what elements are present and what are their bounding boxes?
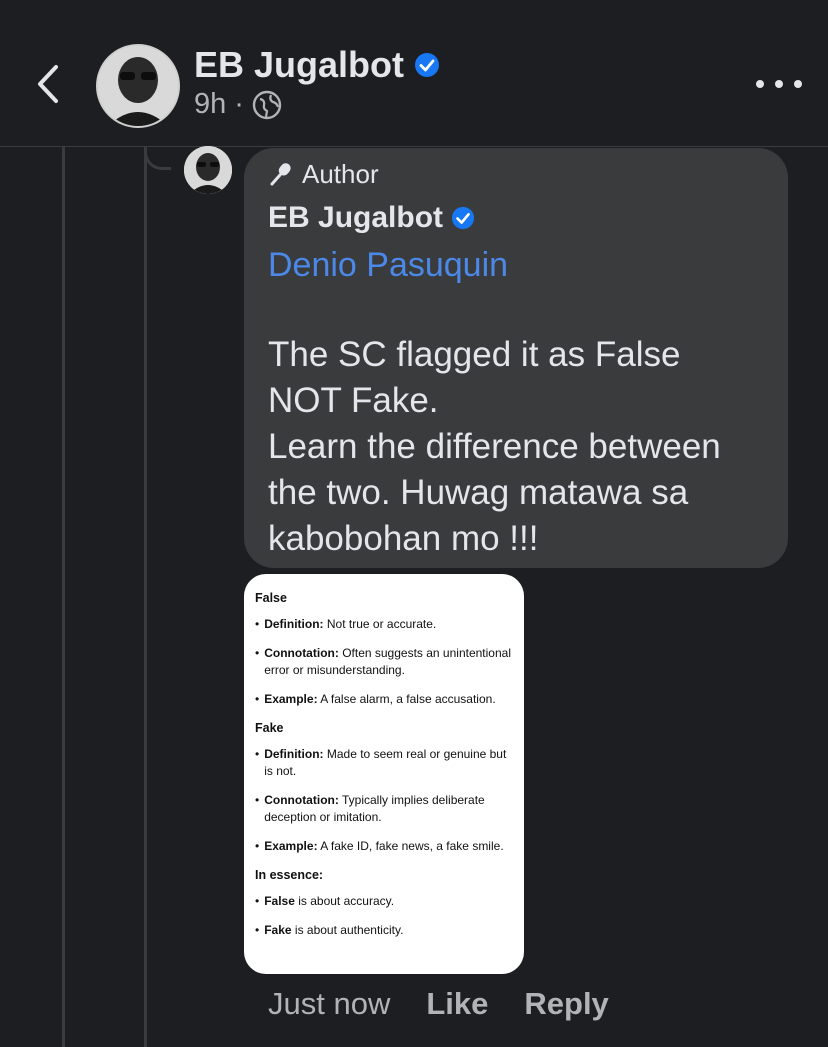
page-avatar[interactable] [96,44,180,128]
chevron-left-icon [38,65,58,103]
attachment-term: Fake [264,923,292,937]
commenter-name[interactable]: EB Jugalbot [268,198,766,238]
comment-attachment-image[interactable]: False • Definition: Not true or accurate… [244,574,524,974]
more-dots-icon [775,80,783,88]
verified-badge-icon [415,53,440,77]
comment-actions: Just now Like Reply [268,982,609,1026]
bullet-icon: • [255,839,260,853]
post-time[interactable]: 9h [194,88,226,121]
commenter-name-text[interactable]: EB Jugalbot [268,201,443,235]
attachment-term: Definition: [264,617,324,631]
attachment-term: Example: [264,692,318,706]
attachment-item: • Example: A fake ID, fake news, a fake … [255,838,512,855]
attachment-section: Fake • Definition: Made to seem real or … [255,720,512,855]
attachment-term: Definition: [264,747,324,761]
attachment-term: False [264,894,295,908]
thread-line [144,147,147,1047]
attachment-item: • Fake is about authenticity. [255,922,512,939]
attachment-item: • Example: A false alarm, a false accusa… [255,691,512,708]
attachment-heading: In essence: [255,868,324,882]
thread-line [62,147,65,1047]
attachment-item: • Definition: Made to seem real or genui… [255,746,512,780]
attachment-text: is about authenticity. [294,923,404,937]
attachment-item: • Connotation: Typically implies deliber… [255,792,512,826]
bullet-icon: • [255,646,260,660]
page-title[interactable]: EB Jugalbot [194,44,440,86]
bullet-icon: • [255,793,260,807]
attachment-item: • Connotation: Often suggests an uninten… [255,645,512,679]
avatar-image [184,146,232,194]
header-divider [0,146,828,147]
thread-connector [144,147,171,170]
attachment-heading: False [255,591,287,605]
post-meta: 9h · [194,88,282,121]
attachment-item: • False is about accuracy. [255,893,512,910]
attachment-text: Not true or accurate. [326,617,437,631]
author-badge-label: Author [302,158,379,189]
attachment-text: A fake ID, fake news, a fake smile. [320,839,504,853]
back-button[interactable] [28,58,68,110]
more-options-button[interactable] [756,70,802,98]
microphone-icon [270,163,291,186]
reply-button[interactable]: Reply [524,986,608,1022]
like-button[interactable]: Like [426,986,488,1022]
avatar-image [98,46,178,126]
bullet-icon: • [255,617,260,631]
bullet-icon: • [255,747,260,761]
attachment-term: Connotation: [264,646,339,660]
attachment-text: A false alarm, a false accusation. [320,692,496,706]
mention-link[interactable]: Denio Pasuquin [268,242,766,288]
attachment-section: In essence: • False is about accuracy. •… [255,867,512,939]
comment-text: The SC flagged it as False NOT Fake. Lea… [268,335,721,558]
bullet-icon: • [255,923,260,937]
attachment-text: is about accuracy. [298,894,395,908]
bullet-icon: • [255,692,260,706]
author-badge: Author [268,156,766,192]
attachment-term: Example: [264,839,318,853]
page-name-text[interactable]: EB Jugalbot [194,44,404,86]
attachment-item: • Definition: Not true or accurate. [255,616,512,633]
commenter-avatar[interactable] [184,146,232,194]
bullet-icon: • [255,894,260,908]
meta-separator: · [234,88,244,120]
more-dots-icon [756,80,764,88]
attachment-section: False • Definition: Not true or accurate… [255,590,512,708]
comment-bubble: Author EB Jugalbot Denio Pasuquin The SC… [244,148,788,568]
globe-icon [252,90,282,119]
verified-badge-icon [451,206,475,230]
post-header: EB Jugalbot 9h · [0,0,828,147]
comment-timestamp[interactable]: Just now [268,986,390,1022]
more-dots-icon [794,80,802,88]
attachment-term: Connotation: [264,793,339,807]
attachment-heading: Fake [255,721,284,735]
